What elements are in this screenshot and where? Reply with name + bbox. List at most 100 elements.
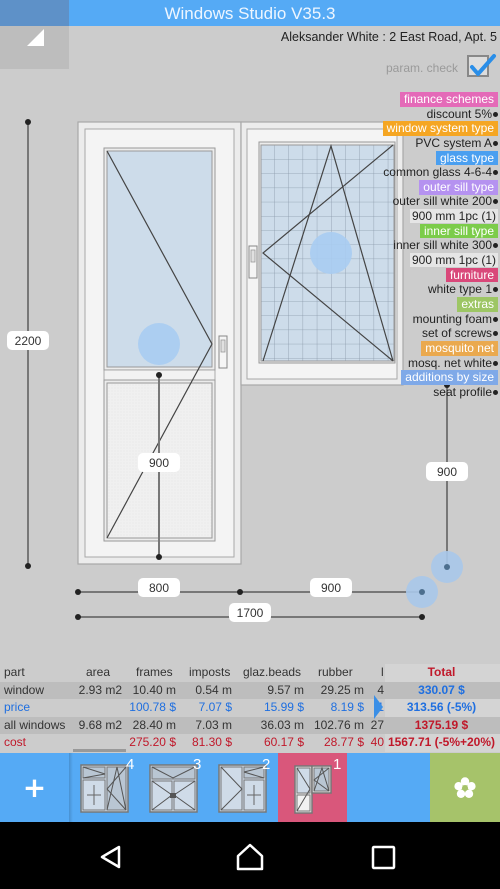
param-value[interactable]: white type 1 [368,282,498,297]
param-category-label: inner sill type [419,223,498,239]
param-value[interactable]: discount 5% [368,107,498,122]
param-category[interactable]: glass type [368,150,498,166]
param-value-label: seat profile [433,384,492,399]
param-value-label: inner sill white 300 [393,238,492,253]
extras-button[interactable] [430,753,500,822]
param-value[interactable]: common glass 4-6-4 [368,165,498,180]
dimension-total-height[interactable]: 2200 [7,119,49,569]
param-category-label: furniture [445,267,498,283]
param-category[interactable]: extras [368,296,498,312]
table-row[interactable]: all windows 9.68 m2 28.40 m 7.03 m 36.03 m 10… [0,716,500,734]
parameters-list: finance schemes discount 5% window system … [368,92,498,399]
dimension-window-bottom-height[interactable]: 900 [426,382,468,583]
param-category-label: glass type [435,150,498,166]
thumbnail-number: 3 [193,756,202,773]
table-cell: 100.78 $ [129,700,176,714]
thumbnail-window-4[interactable]: 4 [70,753,139,822]
header-glaz-beads: glaz.beads [243,665,302,679]
row-label: cost [4,735,27,749]
param-category[interactable]: window system type [368,121,498,136]
table-header-row: part area frames imposts glaz.beads rubb… [0,664,500,682]
param-value-label: outer sill white 200 [392,194,492,209]
table-cell: 7.03 m [195,717,232,732]
flower-icon [454,777,476,798]
param-value[interactable]: PVC system A [368,136,498,151]
customer-info[interactable]: Aleksander White : 2 East Road, Apt. 5 [281,30,497,44]
row-label: all windows [4,717,66,732]
header-imposts: imposts [189,665,231,679]
dim-label-door-width: 800 [149,581,169,595]
corner-band [0,0,69,26]
param-value[interactable]: outer sill white 200 [368,194,498,209]
param-category[interactable]: additions by size [368,370,498,385]
table-cell: 9.57 m [267,682,304,697]
param-value[interactable]: mounting foam [368,312,498,327]
plus-icon: + [22,771,47,804]
param-value[interactable]: inner sill white 300 [368,238,498,253]
recents-icon[interactable] [369,842,399,872]
param-category[interactable]: inner sill type [368,223,498,239]
param-category[interactable]: finance schemes [368,92,498,107]
table-cell: 28.40 m [132,717,176,732]
param-value-label: PVC system A [415,135,492,150]
door-sash-handle-point[interactable] [138,323,180,365]
param-category-label: extras [457,296,498,312]
add-window-button[interactable]: + [0,753,69,822]
bullet-icon [493,199,498,205]
param-category-label: mosquito net [421,340,498,356]
param-value-label: 900 mm 1pc (1) [409,253,498,268]
param-value[interactable]: 900 mm 1pc (1) [368,209,498,224]
system-nav-bar [0,822,500,889]
param-category-label: outer sill type [419,179,498,195]
header-part: part [4,665,25,679]
table-cell: 29.25 m [320,682,364,697]
thumbnail-number: 1 [333,756,342,773]
param-value[interactable]: seat profile [368,385,498,400]
bullet-icon [493,331,498,337]
table-cell: 9.68 m2 [78,717,122,732]
scroll-right-arrow-icon[interactable] [374,695,383,719]
thumbnail-window-1[interactable]: 1 [278,753,347,822]
table-cell: 0.54 m [195,682,232,697]
param-value-label: mounting foam [412,311,492,326]
row-total: 1567.71 (-5%+20%) [387,735,496,749]
param-check-checkbox[interactable] [467,54,496,77]
param-check-label: param. check [385,61,458,75]
dimension-total-width[interactable]: 1700 [75,603,425,622]
table-row[interactable]: price 100.78 $7.07 $15.99 $8.19 $1 313.56 … [0,699,500,717]
param-value[interactable]: mosq. net white [368,356,498,371]
param-value-label: white type 1 [427,282,492,297]
param-category[interactable]: furniture [368,267,498,283]
table-row[interactable]: window 2.93 m2 10.40 m 0.54 m 9.57 m 29.25 m4… [0,681,500,699]
param-category[interactable]: mosquito net [368,340,498,356]
dim-label-window-width: 900 [321,581,341,595]
home-icon[interactable] [235,842,265,872]
header-total: Total [427,665,456,679]
window-sash-handle-point[interactable] [310,232,352,274]
row-total: 313.56 (-5%) [406,700,477,714]
param-value[interactable]: set of screws [368,326,498,341]
bullet-icon [493,389,498,395]
table-cell: 81.30 $ [191,735,232,749]
param-value[interactable]: 900 mm 1pc (1) [368,253,498,268]
table-cell: 275.20 $ [129,735,176,749]
dim-label-total-width: 1700 [237,606,264,620]
thumbnail-window-2[interactable]: 2 [208,753,277,822]
row-total: 330.07 $ [418,682,465,697]
calculation-table[interactable]: part area frames imposts glaz.beads rubb… [0,664,500,752]
bottom-bar: + 4 3 2 1 [0,753,500,822]
param-category[interactable]: outer sill type [368,179,498,195]
table-cell: 15.99 $ [263,700,304,714]
table-cell: 28.77 $ [323,735,364,749]
back-icon[interactable] [96,842,126,872]
bullet-icon [493,360,498,366]
param-category-label: finance schemes [399,92,498,107]
table-cell: 36.03 m [260,717,304,732]
thumbnail-window-3[interactable]: 3 [139,753,208,822]
table-scroll-indicator[interactable] [73,749,126,752]
menu-corner-button[interactable] [0,0,69,69]
row-label: price [4,700,31,714]
param-value-label: 900 mm 1pc (1) [409,209,498,224]
bullet-icon [493,111,498,117]
table-cell: 7.07 $ [198,700,232,714]
